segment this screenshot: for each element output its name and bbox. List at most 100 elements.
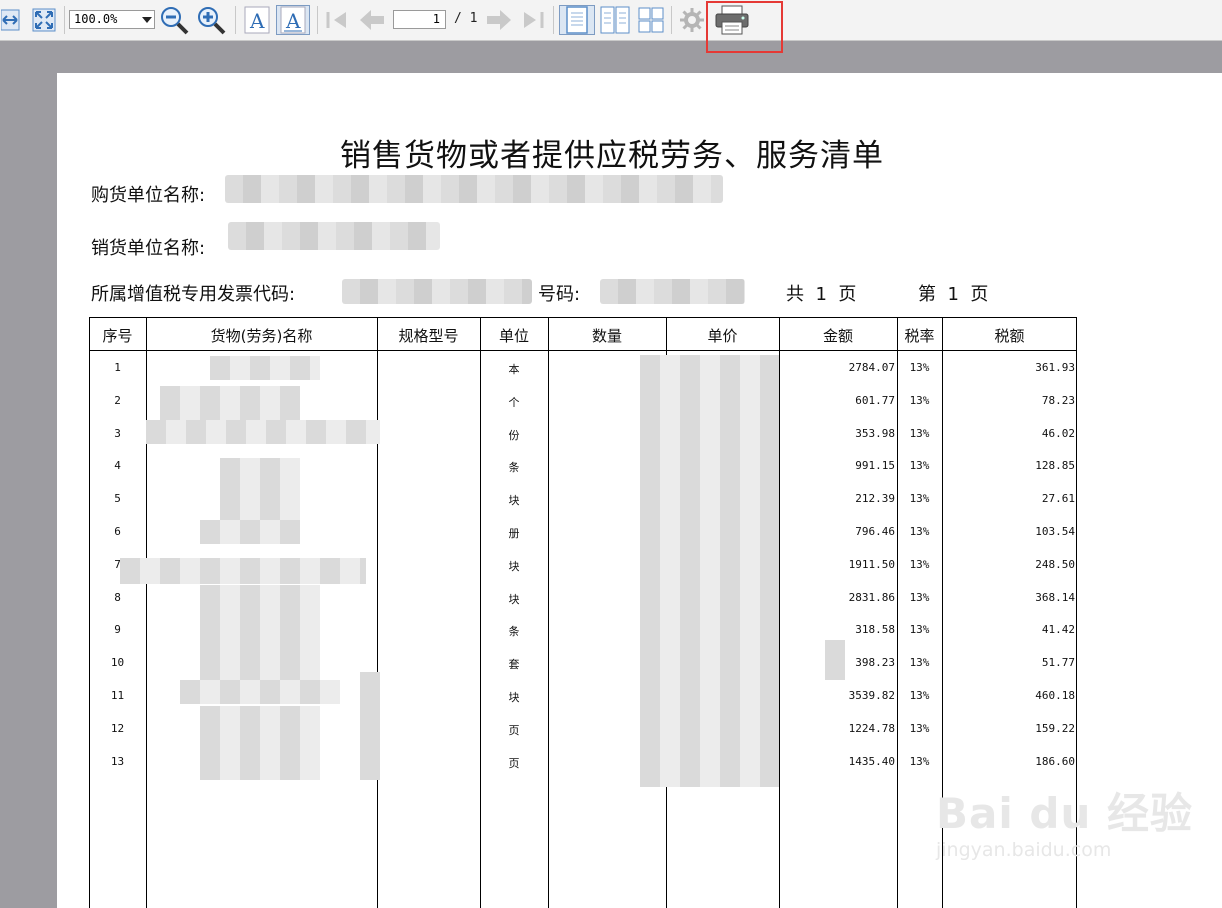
total-pages-text: 共 1 页	[786, 284, 857, 305]
first-page-icon	[326, 12, 346, 28]
page-current: 1	[432, 12, 440, 26]
next-page-button[interactable]	[484, 5, 514, 35]
zoom-in-icon	[198, 7, 226, 35]
page-number-input[interactable]: 1	[393, 10, 446, 29]
redacted-invoice-code	[342, 279, 532, 304]
last-page-button[interactable]	[519, 5, 549, 35]
table-cell-amount: 353.98	[855, 426, 895, 440]
table-cell-amount: 601.77	[855, 393, 895, 407]
table-cell-amount: 318.58	[855, 623, 895, 637]
invoice-number-label: 号码:	[538, 284, 581, 305]
text-annotate-button[interactable]: A	[276, 5, 310, 35]
table-cell-rate: 13%	[909, 557, 930, 571]
table-cell-tax: 27.61	[1041, 492, 1075, 506]
redacted-cell	[360, 672, 380, 780]
viewer-toolbar: 100.0% A A 1 / 1	[0, 0, 1222, 41]
table-cell-rate: 13%	[909, 361, 930, 374]
single-page-view-button[interactable]	[559, 5, 595, 35]
table-cell-amount: 2831.86	[848, 590, 895, 604]
table-cell-rate: 13%	[909, 459, 930, 473]
table-cell-unit: 条	[508, 625, 520, 639]
svg-text:A: A	[249, 9, 265, 33]
table-cell-no: 3	[114, 426, 121, 440]
table-cell-unit: 块	[508, 494, 520, 508]
table-cell-unit: 块	[508, 559, 520, 573]
table-cell-no: 2	[114, 393, 121, 407]
buyer-name-label: 购货单位名称:	[91, 185, 206, 206]
table-cell-amount: 212.39	[855, 492, 895, 506]
redacted-cell	[200, 706, 320, 780]
zoom-out-button[interactable]	[159, 5, 191, 35]
table-cell-no: 13	[110, 754, 125, 768]
single-page-icon	[566, 6, 588, 34]
svg-text:A: A	[285, 9, 301, 33]
redacted-cell	[210, 356, 320, 380]
two-page-view-button[interactable]	[599, 5, 631, 35]
text-select-button[interactable]: A	[243, 5, 271, 35]
table-cell-no: 12	[110, 721, 125, 735]
fit-page-button[interactable]	[30, 5, 58, 35]
table-cell-tax: 103.54	[1035, 525, 1075, 538]
seller-name-label: 销货单位名称:	[91, 238, 206, 259]
table-cell-unit: 份	[508, 428, 520, 442]
redacted-cell	[160, 386, 300, 422]
table-cell-tax: 78.23	[1041, 393, 1075, 407]
fit-width-button[interactable]	[0, 5, 22, 35]
table-cell-unit: 册	[508, 527, 520, 540]
grid-view-button[interactable]	[636, 5, 666, 35]
table-cell-unit: 套	[508, 658, 520, 672]
table-cell-no: 11	[110, 689, 125, 702]
table-header-divider	[89, 350, 1077, 351]
chevron-down-icon	[142, 17, 152, 23]
table-cell-amount: 3539.82	[848, 689, 895, 702]
table-cell-unit: 块	[508, 592, 520, 606]
table-cell-no: 4	[114, 459, 121, 473]
settings-button[interactable]	[677, 5, 707, 35]
table-cell-amount: 991.15	[855, 459, 895, 473]
table-column-divider	[377, 317, 378, 908]
table-cell-unit: 页	[508, 756, 520, 770]
redacted-cell	[825, 640, 845, 680]
table-cell-unit: 条	[508, 461, 520, 475]
redacted-cell	[180, 680, 340, 704]
text-outline-icon: A	[280, 6, 306, 34]
table-cell-no: 6	[114, 525, 121, 538]
table-header-cell: 数量	[591, 327, 622, 345]
invoice-code-label: 所属增值税专用发票代码:	[91, 284, 296, 305]
table-cell-tax: 46.02	[1041, 426, 1075, 440]
table-column-divider	[146, 317, 147, 908]
baidu-jingyan-watermark: Bai du 经验 jingyan.baidu.com	[936, 780, 1193, 861]
table-cell-tax: 460.18	[1035, 689, 1075, 702]
zoom-in-button[interactable]	[196, 5, 228, 35]
table-cell-amount: 1435.40	[848, 754, 895, 768]
table-cell-rate: 13%	[909, 525, 930, 538]
page-total: / 1	[454, 11, 478, 26]
zoom-select[interactable]: 100.0%	[69, 10, 155, 29]
table-cell-tax: 41.42	[1041, 623, 1075, 637]
watermark-main: Bai du 经验	[936, 789, 1193, 838]
watermark-sub: jingyan.baidu.com	[936, 839, 1112, 861]
previous-page-button[interactable]	[357, 5, 387, 35]
table-cell-no: 5	[114, 492, 121, 506]
table-cell-amount: 2784.07	[848, 361, 895, 374]
table-cell-rate: 13%	[909, 426, 930, 440]
table-header-cell: 税率	[904, 327, 935, 345]
toolbar-separator	[64, 6, 65, 34]
grid-icon	[638, 7, 664, 33]
table-cell-no: 1	[114, 361, 121, 374]
toolbar-separator	[553, 6, 554, 34]
fit-width-icon	[1, 9, 20, 31]
document-title: 销售货物或者提供应税劳务、服务清单	[340, 138, 884, 174]
table-header-cell: 单价	[707, 327, 738, 345]
table-cell-rate: 13%	[909, 590, 930, 604]
redacted-cell	[200, 520, 300, 544]
table-header-cell: 货物(劳务)名称	[210, 327, 313, 345]
table-header-cell: 单位	[498, 327, 529, 345]
table-cell-rate: 13%	[909, 492, 930, 506]
table-cell-tax: 368.14	[1035, 590, 1075, 604]
table-cell-tax: 186.60	[1035, 754, 1075, 768]
redacted-cell	[220, 458, 300, 522]
first-page-button[interactable]	[323, 5, 351, 35]
table-cell-unit: 本	[508, 363, 520, 376]
table-cell-no: 9	[114, 623, 121, 637]
